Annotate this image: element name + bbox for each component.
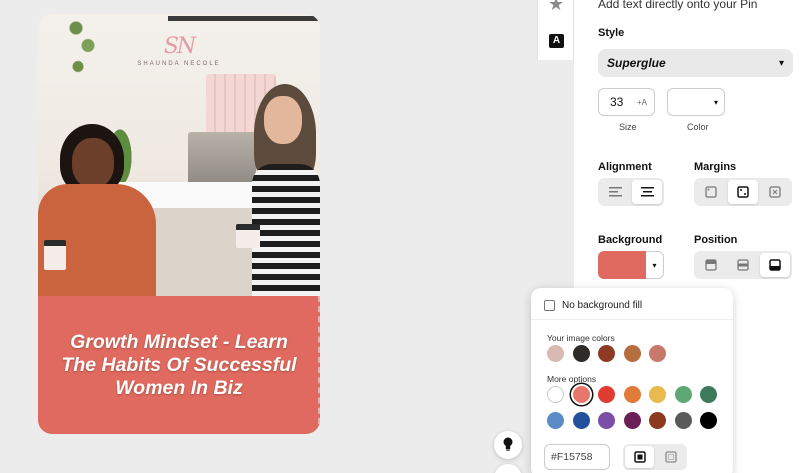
align-center-icon (640, 187, 654, 197)
background-color-swatch[interactable] (598, 251, 646, 279)
style-value: Superglue (607, 56, 666, 70)
pin-text-band[interactable]: Growth Mindset - Learn The Habits Of Suc… (38, 296, 320, 434)
margins-label: Margins (694, 161, 737, 173)
woman-right (236, 84, 320, 296)
margin-small-icon (705, 186, 717, 198)
align-left-icon (608, 187, 622, 197)
text-box-edge (317, 296, 320, 434)
position-bottom-icon (769, 259, 781, 271)
text-color-select[interactable]: ▾ (667, 88, 725, 116)
more-color-swatch[interactable] (598, 412, 615, 429)
brand-name: SHAUNDA NECOLE (137, 61, 221, 67)
style-select[interactable]: Superglue ▾ (598, 49, 793, 77)
more-color-swatch[interactable] (674, 412, 692, 429)
more-color-swatch[interactable] (700, 386, 717, 403)
more-color-swatch[interactable] (623, 412, 641, 429)
position-middle-icon (737, 259, 749, 271)
more-color-swatch[interactable] (572, 386, 590, 403)
more-color-swatch[interactable] (598, 386, 615, 403)
text-tool-icon[interactable]: A (549, 34, 564, 48)
panel-hint: Add text directly onto your Pin (598, 0, 758, 11)
image-color-swatch[interactable] (572, 345, 590, 362)
image-color-swatch[interactable] (598, 345, 615, 362)
font-size-field[interactable]: 33 +A (598, 88, 655, 116)
brand-logo: SN SHAUNDA NECOLE (38, 34, 320, 67)
position-bottom-button[interactable] (760, 253, 790, 277)
lightbulb-button[interactable] (494, 431, 522, 459)
image-color-swatch[interactable] (649, 345, 666, 362)
solid-fill-button[interactable] (625, 446, 654, 468)
alignment-toggle (598, 178, 664, 206)
more-color-swatch[interactable] (547, 412, 564, 429)
pin-canvas[interactable]: SN SHAUNDA NECOLE Growth Mindset - Learn… (38, 14, 320, 434)
more-color-swatch[interactable] (547, 386, 564, 403)
margin-small-button[interactable] (696, 180, 726, 204)
more-color-swatch[interactable] (572, 412, 590, 429)
help-button[interactable] (494, 464, 522, 473)
position-label: Position (694, 234, 738, 246)
more-color-swatch[interactable] (649, 386, 666, 403)
woman-left (38, 124, 156, 296)
star-icon[interactable]: ★ (548, 0, 564, 15)
background-color-dropdown[interactable]: ▾ (646, 251, 664, 279)
margin-medium-icon (737, 186, 749, 198)
hex-input[interactable]: #F15758 (544, 444, 610, 470)
more-color-swatch[interactable] (700, 412, 717, 429)
popover-divider (531, 319, 733, 320)
image-color-swatch[interactable] (623, 345, 641, 362)
no-background-label: No background fill (562, 300, 643, 311)
alignment-label: Alignment (598, 161, 652, 173)
chevron-down-icon: ▾ (713, 97, 718, 107)
font-size-icon: +A (636, 97, 647, 107)
solid-fill-icon (633, 451, 646, 463)
chevron-down-icon: ▾ (778, 57, 784, 69)
more-color-swatch[interactable] (649, 412, 666, 429)
position-toggle (694, 251, 792, 279)
lightbulb-icon (502, 437, 514, 454)
font-size-value: 33 (610, 95, 624, 109)
align-center-button[interactable] (632, 180, 662, 204)
chevron-down-icon: ▾ (652, 260, 657, 270)
no-background-checkbox[interactable] (544, 300, 555, 311)
brand-mark: SN (163, 34, 196, 59)
margin-large-icon (769, 186, 781, 198)
wall-shelf (168, 16, 318, 21)
size-label: Size (619, 122, 637, 132)
style-label: Style (598, 27, 625, 39)
align-left-button[interactable] (600, 180, 630, 204)
position-middle-button[interactable] (728, 253, 758, 277)
fill-style-toggle (623, 444, 687, 470)
more-color-swatch[interactable] (623, 386, 641, 403)
more-color-swatch[interactable] (674, 386, 692, 403)
pin-title[interactable]: Growth Mindset - Learn The Habits Of Suc… (56, 331, 302, 400)
background-color-popover: No background fill Your image colors Mor… (531, 288, 733, 473)
position-top-icon (705, 259, 717, 271)
image-color-swatch[interactable] (547, 345, 564, 362)
transparent-fill-button[interactable] (656, 446, 685, 468)
margin-medium-button[interactable] (728, 180, 758, 204)
color-label: Color (687, 122, 709, 132)
no-background-option[interactable]: No background fill (544, 300, 642, 311)
background-label: Background (598, 234, 663, 246)
transparent-fill-icon (664, 451, 677, 463)
more-options-label: More options (547, 374, 597, 384)
tool-strip: ★ A (537, 0, 574, 60)
image-colors-label: Your image colors (547, 333, 615, 343)
position-top-button[interactable] (696, 253, 726, 277)
pin-photo: SN SHAUNDA NECOLE (38, 14, 320, 296)
margin-large-button[interactable] (760, 180, 790, 204)
margins-toggle (694, 178, 792, 206)
